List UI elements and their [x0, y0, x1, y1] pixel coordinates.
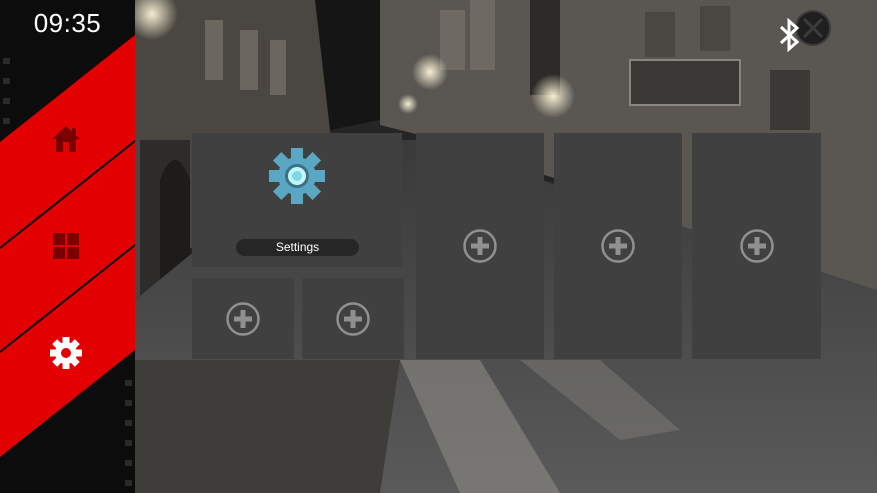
tile-settings-label: Settings [236, 239, 359, 256]
sidebar-item-home[interactable] [44, 117, 88, 161]
plus-icon [739, 229, 774, 263]
plus-icon [226, 301, 260, 336]
plus-icon [601, 229, 635, 263]
settings-gear-icon [269, 148, 325, 204]
plus-icon [336, 301, 370, 336]
clock: 09:35 [33, 8, 102, 38]
home-icon [52, 126, 80, 152]
sidebar-item-settings[interactable] [44, 331, 88, 375]
apps-grid-icon [53, 233, 79, 259]
sidebar-item-apps[interactable] [44, 224, 88, 268]
launcher-screen: 09:35 Settings [0, 0, 877, 493]
sidebar: 09:35 [0, 0, 135, 493]
tile-empty-slot[interactable] [302, 278, 404, 359]
tile-empty-slot[interactable] [554, 133, 682, 359]
tile-empty-slot[interactable] [416, 133, 544, 359]
bluetooth-icon [779, 18, 800, 52]
gear-icon [50, 337, 82, 369]
tile-empty-slot[interactable] [692, 133, 821, 359]
plus-icon [463, 229, 497, 263]
tile-empty-slot[interactable] [192, 278, 294, 359]
